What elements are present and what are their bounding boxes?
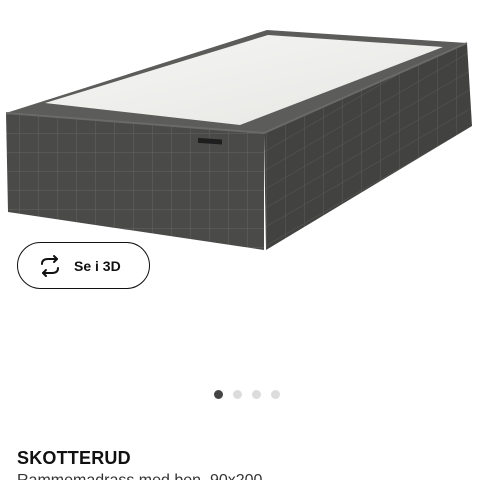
product-description: Rammemadrass med ben, 90x200 (17, 472, 262, 480)
carousel-dot-3[interactable] (252, 390, 261, 399)
product-name: SKOTTERUD (17, 448, 131, 468)
view-in-3d-button[interactable]: Se i 3D (17, 242, 150, 289)
carousel-dot-4[interactable] (271, 390, 280, 399)
carousel-dot-1[interactable] (214, 390, 223, 399)
rotate-arrows-icon (41, 254, 59, 277)
mattress-illustration (5, 30, 472, 250)
carousel-pagination (214, 390, 280, 399)
product-image[interactable] (0, 0, 480, 380)
carousel-dot-2[interactable] (233, 390, 242, 399)
view-in-3d-label: Se i 3D (74, 257, 121, 274)
